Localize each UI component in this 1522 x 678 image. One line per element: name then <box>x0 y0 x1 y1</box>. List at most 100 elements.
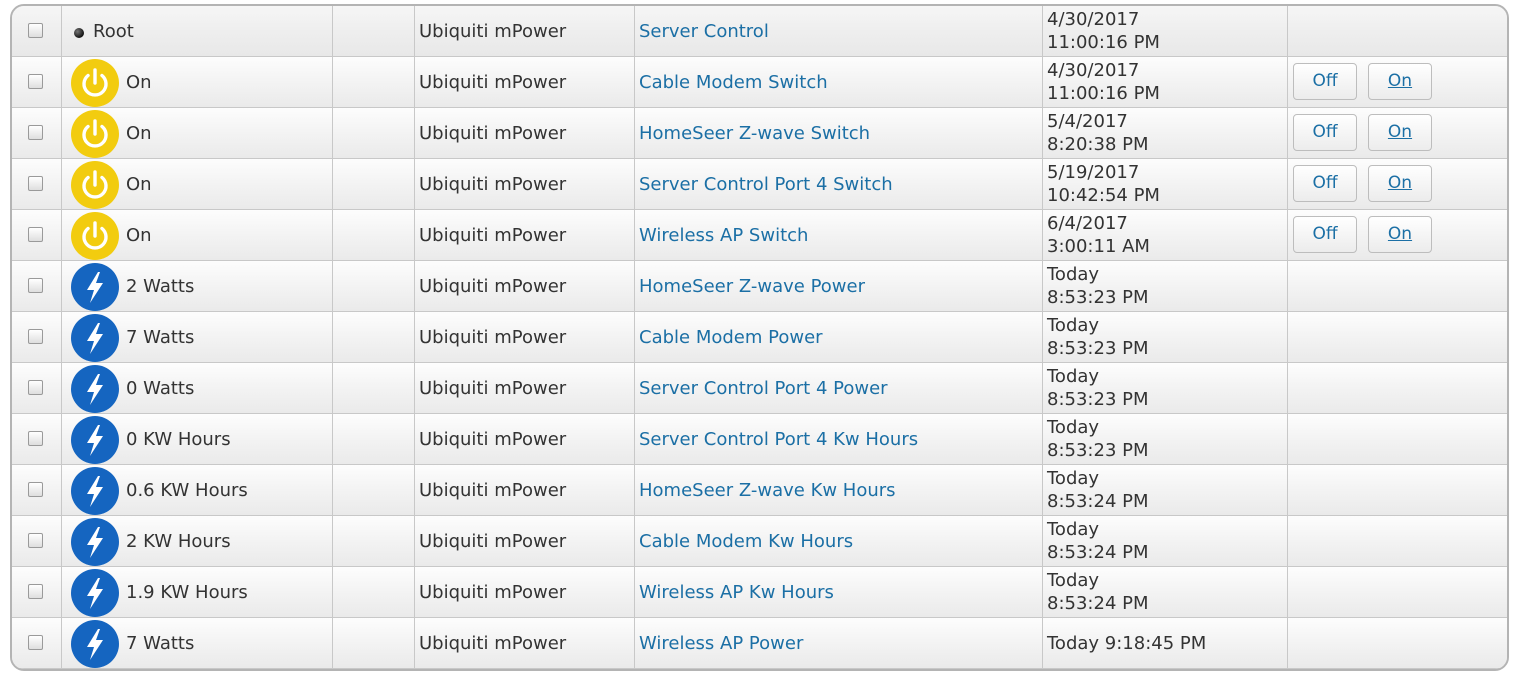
status-cell: 7 Watts <box>62 312 333 362</box>
select-cell <box>12 516 62 566</box>
device-name-link[interactable]: Server Control Port 4 Power <box>639 377 888 400</box>
device-name-link[interactable]: HomeSeer Z-wave Power <box>639 275 865 298</box>
lightning-icon[interactable] <box>71 365 119 413</box>
name-cell: Server Control Port 4 Kw Hours <box>635 414 1043 464</box>
row-checkbox[interactable] <box>28 227 43 242</box>
on-button[interactable]: On <box>1368 165 1432 202</box>
blank-cell <box>333 567 415 617</box>
lightning-icon[interactable] <box>71 314 119 362</box>
interface-text: Ubiquiti mPower <box>419 327 567 348</box>
interface-text: Ubiquiti mPower <box>419 174 567 195</box>
power-switch-icon[interactable] <box>71 161 119 209</box>
table-row: 7 Watts Ubiquiti mPower Wireless AP Power T… <box>12 618 1507 669</box>
device-name-link[interactable]: Cable Modem Switch <box>639 71 828 94</box>
blank-cell <box>333 312 415 362</box>
device-name-link[interactable]: Server Control <box>639 20 769 43</box>
name-cell: Cable Modem Switch <box>635 57 1043 107</box>
device-table: Root Ubiquiti mPower Server Control 4/30/20… <box>10 4 1509 671</box>
row-checkbox[interactable] <box>28 635 43 650</box>
last-change-text: Today 8:53:23 PM <box>1047 263 1149 309</box>
row-checkbox[interactable] <box>28 584 43 599</box>
device-name-link[interactable]: Wireless AP Power <box>639 632 803 655</box>
blank-cell <box>333 363 415 413</box>
status-cell: On <box>62 108 333 158</box>
off-button[interactable]: Off <box>1293 216 1357 253</box>
controls-cell: Off On <box>1288 108 1507 158</box>
status-cell: 7 Watts <box>62 618 333 668</box>
controls-cell <box>1288 6 1507 56</box>
off-button[interactable]: Off <box>1293 165 1357 202</box>
last-change-text: 4/30/2017 11:00:16 PM <box>1047 59 1160 105</box>
interface-text: Ubiquiti mPower <box>419 276 567 297</box>
status-cell: On <box>62 159 333 209</box>
name-cell: HomeSeer Z-wave Power <box>635 261 1043 311</box>
last-change-text: 4/30/2017 11:00:16 PM <box>1047 8 1160 54</box>
status-text: On <box>126 72 152 93</box>
row-checkbox[interactable] <box>28 329 43 344</box>
last-change-date: Today <box>1047 570 1100 591</box>
last-change-date: 5/4/2017 <box>1047 111 1128 132</box>
last-change-time: 8:53:23 PM <box>1047 338 1149 359</box>
interface-cell: Ubiquiti mPower <box>415 363 635 413</box>
select-cell <box>12 312 62 362</box>
row-checkbox[interactable] <box>28 23 43 38</box>
row-checkbox[interactable] <box>28 176 43 191</box>
controls-cell <box>1288 567 1507 617</box>
lightning-icon[interactable] <box>71 620 119 668</box>
device-name-link[interactable]: Cable Modem Power <box>639 326 823 349</box>
lightning-icon[interactable] <box>71 569 119 617</box>
on-button[interactable]: On <box>1368 63 1432 100</box>
controls-cell <box>1288 363 1507 413</box>
table-row: 0 KW Hours Ubiquiti mPower Server Control … <box>12 414 1507 465</box>
last-change-date: 5/19/2017 <box>1047 162 1140 183</box>
interface-text: Ubiquiti mPower <box>419 123 567 144</box>
blank-cell <box>333 57 415 107</box>
name-cell: Wireless AP Kw Hours <box>635 567 1043 617</box>
off-button[interactable]: Off <box>1293 63 1357 100</box>
lightning-icon[interactable] <box>71 467 119 515</box>
device-name-link[interactable]: Cable Modem Kw Hours <box>639 530 853 553</box>
select-cell <box>12 567 62 617</box>
table-row: On Ubiquiti mPower Wireless AP Switch 6/4/2… <box>12 210 1507 261</box>
row-checkbox[interactable] <box>28 482 43 497</box>
lightning-icon[interactable] <box>71 518 119 566</box>
blank-cell <box>333 618 415 668</box>
row-checkbox[interactable] <box>28 74 43 89</box>
status-text: On <box>126 123 152 144</box>
blank-cell <box>333 108 415 158</box>
interface-cell: Ubiquiti mPower <box>415 618 635 668</box>
name-cell: HomeSeer Z-wave Switch <box>635 108 1043 158</box>
row-checkbox[interactable] <box>28 278 43 293</box>
row-checkbox[interactable] <box>28 125 43 140</box>
last-change-cell: Today 8:53:24 PM <box>1043 567 1288 617</box>
row-checkbox[interactable] <box>28 431 43 446</box>
power-switch-icon[interactable] <box>71 110 119 158</box>
lightning-icon[interactable] <box>71 416 119 464</box>
power-switch-icon[interactable] <box>71 59 119 107</box>
row-checkbox[interactable] <box>28 380 43 395</box>
blank-cell <box>333 6 415 56</box>
power-switch-icon[interactable] <box>71 212 119 260</box>
table-row: Root Ubiquiti mPower Server Control 4/30/20… <box>12 6 1507 57</box>
row-checkbox[interactable] <box>28 533 43 548</box>
device-name-link[interactable]: Server Control Port 4 Kw Hours <box>639 428 918 451</box>
controls-cell: Off On <box>1288 210 1507 260</box>
device-name-link[interactable]: Wireless AP Switch <box>639 224 808 247</box>
on-button[interactable]: On <box>1368 114 1432 151</box>
device-name-link[interactable]: HomeSeer Z-wave Switch <box>639 122 870 145</box>
last-change-date: Today <box>1047 366 1100 387</box>
status-cell: 0 Watts <box>62 363 333 413</box>
off-button[interactable]: Off <box>1293 114 1357 151</box>
device-name-link[interactable]: Wireless AP Kw Hours <box>639 581 834 604</box>
last-change-date: Today <box>1047 417 1100 438</box>
lightning-icon[interactable] <box>71 263 119 311</box>
blank-cell <box>333 516 415 566</box>
on-button[interactable]: On <box>1368 216 1432 253</box>
last-change-text: 5/19/2017 10:42:54 PM <box>1047 161 1160 207</box>
select-cell <box>12 618 62 668</box>
controls-cell <box>1288 414 1507 464</box>
last-change-text: Today 8:53:23 PM <box>1047 314 1149 360</box>
device-name-link[interactable]: HomeSeer Z-wave Kw Hours <box>639 479 896 502</box>
device-name-link[interactable]: Server Control Port 4 Switch <box>639 173 893 196</box>
status-text: 7 Watts <box>126 633 195 654</box>
